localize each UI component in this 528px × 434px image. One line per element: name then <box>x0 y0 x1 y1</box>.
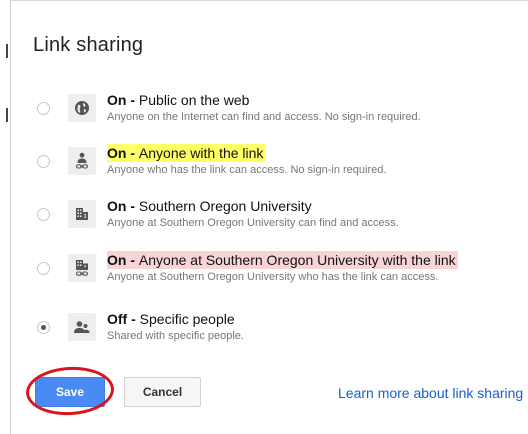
option-title: Off - Specific people <box>107 311 235 327</box>
option-description: Shared with specific people. <box>107 330 244 342</box>
save-button[interactable]: Save <box>35 377 105 407</box>
building-link-icon <box>68 254 96 282</box>
radio-university-with-link[interactable] <box>37 262 50 275</box>
option-label: Anyone with the link <box>138 145 264 161</box>
radio-southern-oregon-university[interactable] <box>37 208 50 221</box>
window-edge <box>0 0 10 433</box>
option-status: Off <box>107 311 128 327</box>
option-public-on-web[interactable]: On - Public on the web Anyone on the Int… <box>11 91 528 135</box>
globe-icon <box>68 94 96 122</box>
building-icon <box>68 200 96 228</box>
option-description: Anyone on the Internet can find and acce… <box>107 111 421 123</box>
option-label: Anyone at Southern Oregon University wit… <box>138 252 456 268</box>
option-label: Public on the web <box>138 92 250 108</box>
option-southern-oregon-university[interactable]: On - Southern Oregon University Anyone a… <box>11 197 528 241</box>
radio-anyone-with-link[interactable] <box>37 155 50 168</box>
option-specific-people[interactable]: Off - Specific people Shared with specif… <box>11 310 528 354</box>
option-label: Specific people <box>139 311 235 327</box>
option-status: On <box>107 145 127 161</box>
option-description: Anyone at Southern Oregon University who… <box>107 271 439 283</box>
dialog-title: Link sharing <box>33 34 144 56</box>
radio-specific-people[interactable] <box>37 321 50 334</box>
option-title: On - Public on the web <box>107 92 250 108</box>
option-status: On <box>107 198 127 214</box>
option-description: Anyone who has the link can access. No s… <box>107 164 387 176</box>
option-title: On - Southern Oregon University <box>107 198 312 214</box>
person-link-icon <box>68 147 96 175</box>
link-sharing-dialog: Link sharing On - Public on the web Anyo… <box>10 0 528 434</box>
option-title: On - Anyone with the link <box>107 144 266 162</box>
option-university-with-link[interactable]: On - Anyone at Southern Oregon Universit… <box>11 251 528 295</box>
option-title: On - Anyone at Southern Oregon Universit… <box>107 251 458 269</box>
radio-public-on-web[interactable] <box>37 102 50 115</box>
option-status: On <box>107 252 127 268</box>
cancel-button[interactable]: Cancel <box>124 377 201 407</box>
option-label: Southern Oregon University <box>138 198 312 214</box>
option-status: On <box>107 92 127 108</box>
learn-more-link[interactable]: Learn more about link sharing <box>338 385 523 401</box>
option-description: Anyone at Southern Oregon University can… <box>107 217 399 229</box>
people-icon <box>68 313 96 341</box>
option-anyone-with-link[interactable]: On - Anyone with the link Anyone who has… <box>11 144 528 188</box>
